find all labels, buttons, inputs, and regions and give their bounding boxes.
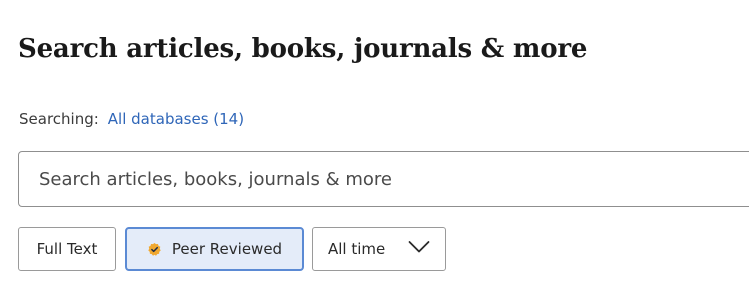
all-databases-link[interactable]: All databases (14) (108, 110, 244, 128)
full-text-filter-label: Full Text (36, 240, 98, 258)
search-scope: Searching: All databases (14) (19, 108, 244, 130)
peer-reviewed-check-icon (147, 242, 162, 257)
peer-reviewed-filter-label: Peer Reviewed (171, 240, 283, 258)
page-title: Search articles, books, journals & more (18, 34, 588, 64)
search-input[interactable] (19, 152, 749, 206)
search-box (18, 151, 749, 207)
searching-label: Searching: (19, 110, 99, 128)
date-range-label: All time (328, 240, 386, 258)
peer-reviewed-filter-button[interactable]: Peer Reviewed (125, 227, 304, 271)
full-text-filter-button[interactable]: Full Text (18, 227, 116, 271)
date-range-dropdown[interactable]: All time (312, 227, 446, 271)
chevron-down-icon (408, 240, 430, 254)
